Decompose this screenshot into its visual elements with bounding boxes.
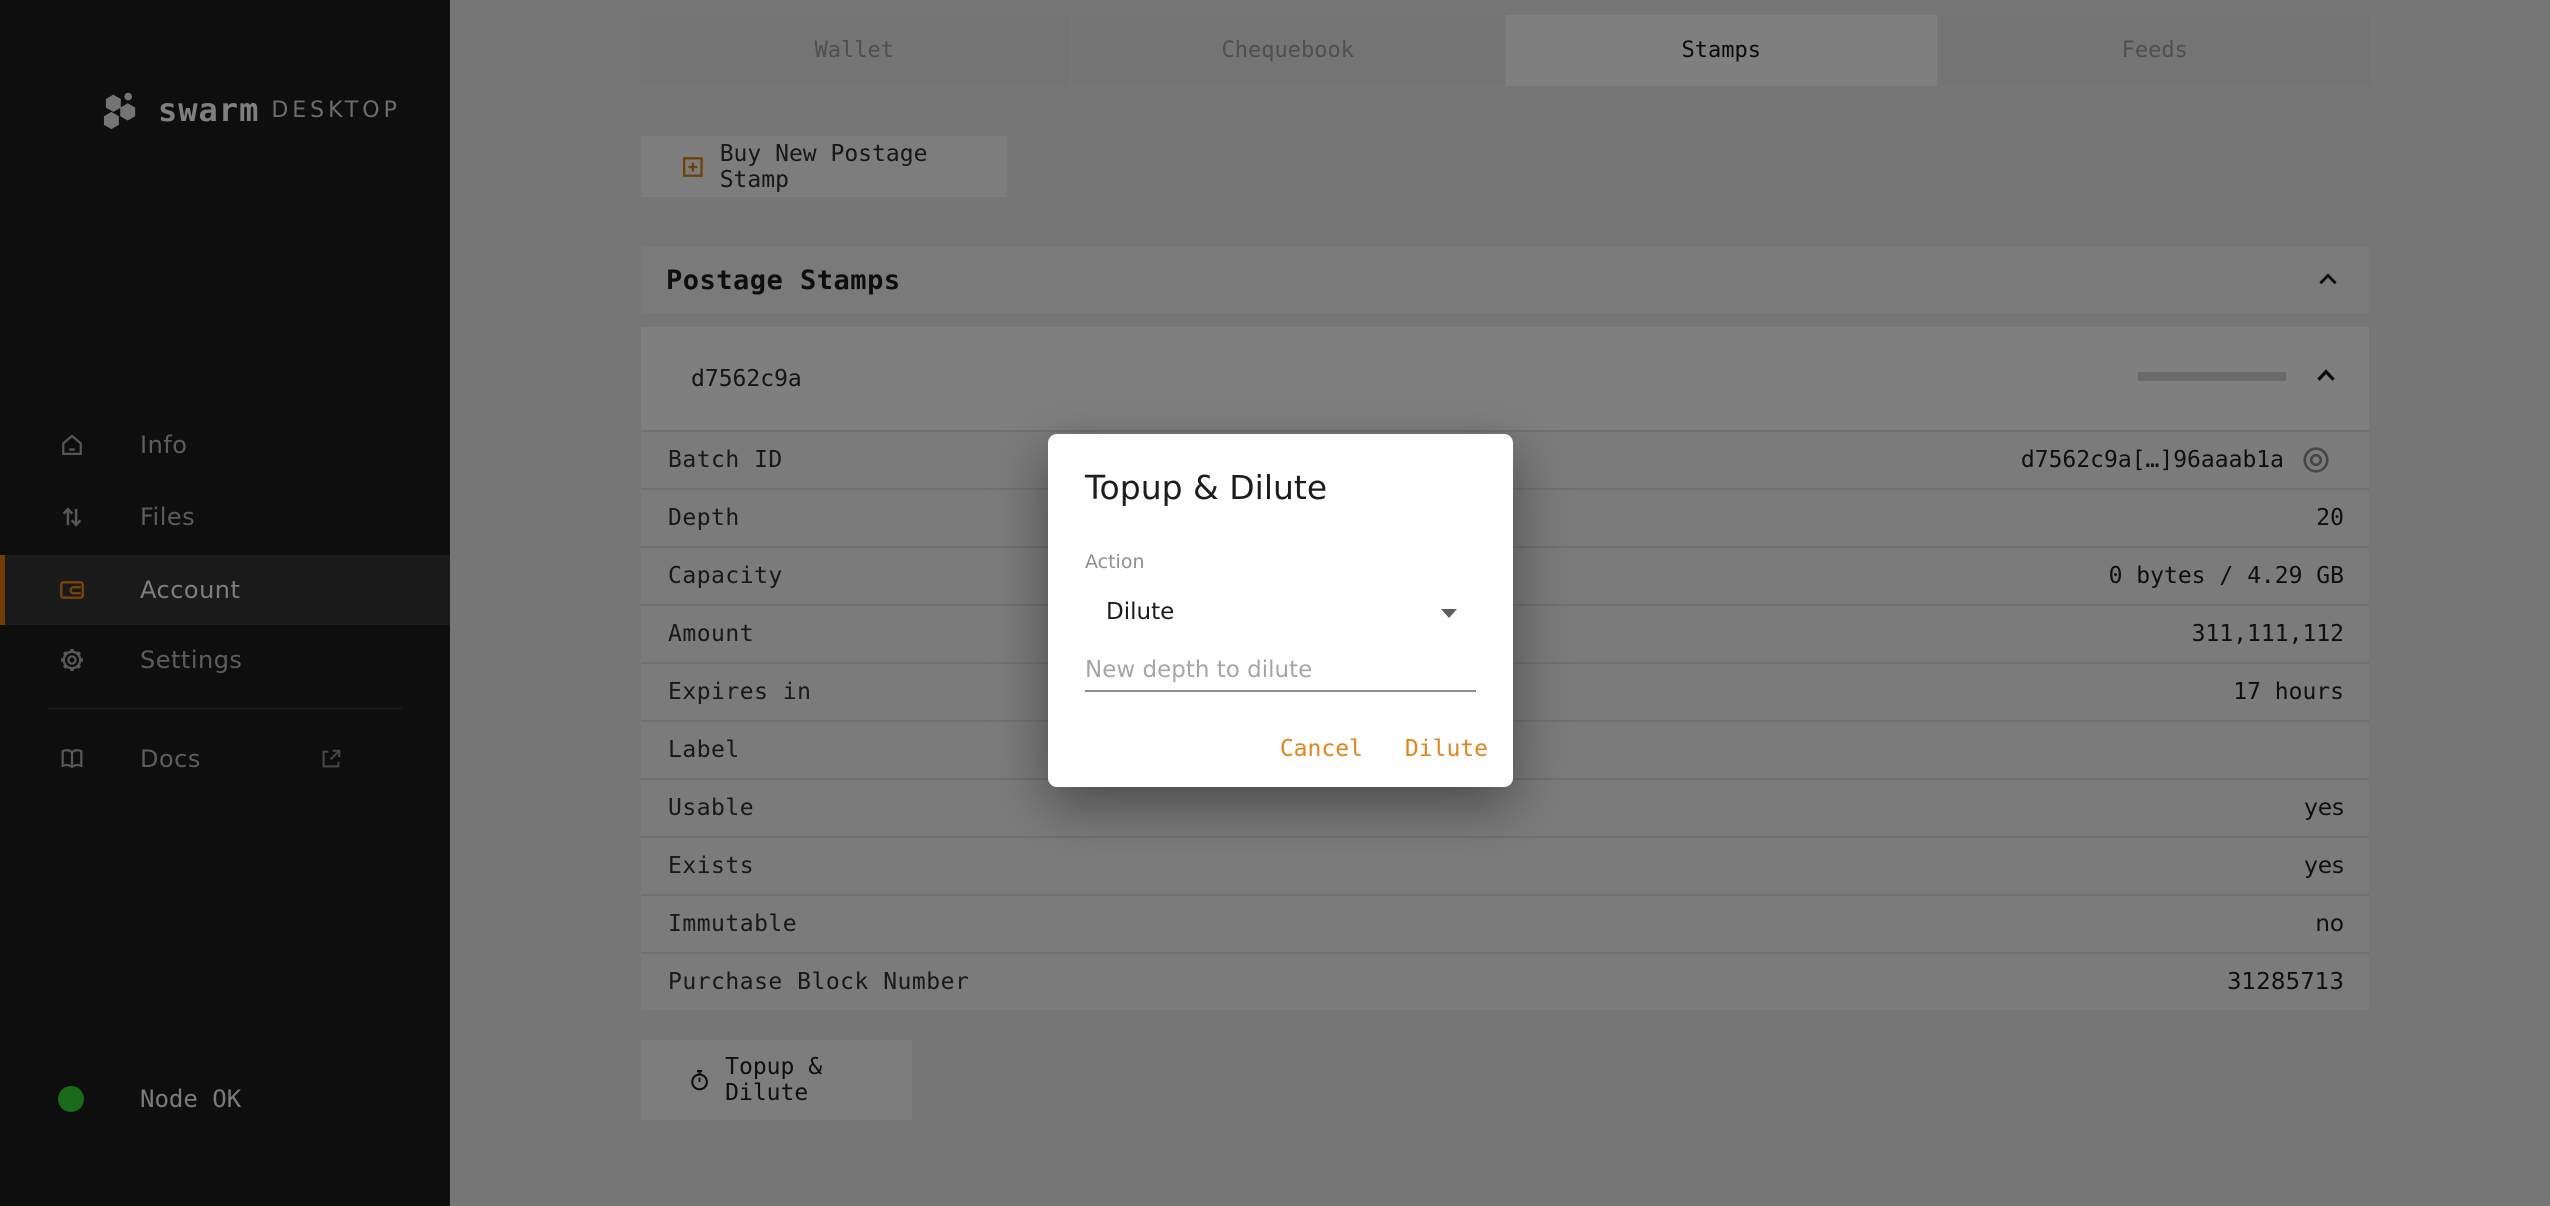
action-select[interactable]: Dilute — [1085, 594, 1476, 630]
chevron-down-icon — [1441, 609, 1457, 618]
action-label: Action — [1085, 550, 1476, 574]
topup-dilute-modal: Topup & Dilute Action Dilute Cancel Dilu… — [1048, 434, 1513, 787]
modal-title: Topup & Dilute — [1085, 468, 1476, 508]
action-select-value: Dilute — [1106, 599, 1174, 625]
dilute-button[interactable]: Dilute — [1403, 732, 1490, 766]
cancel-button[interactable]: Cancel — [1278, 732, 1365, 766]
new-depth-input[interactable] — [1085, 658, 1476, 692]
modal-actions: Cancel Dilute — [1085, 732, 1490, 766]
app-window: swarm DESKTOP Info Files Account — [0, 0, 2550, 1206]
